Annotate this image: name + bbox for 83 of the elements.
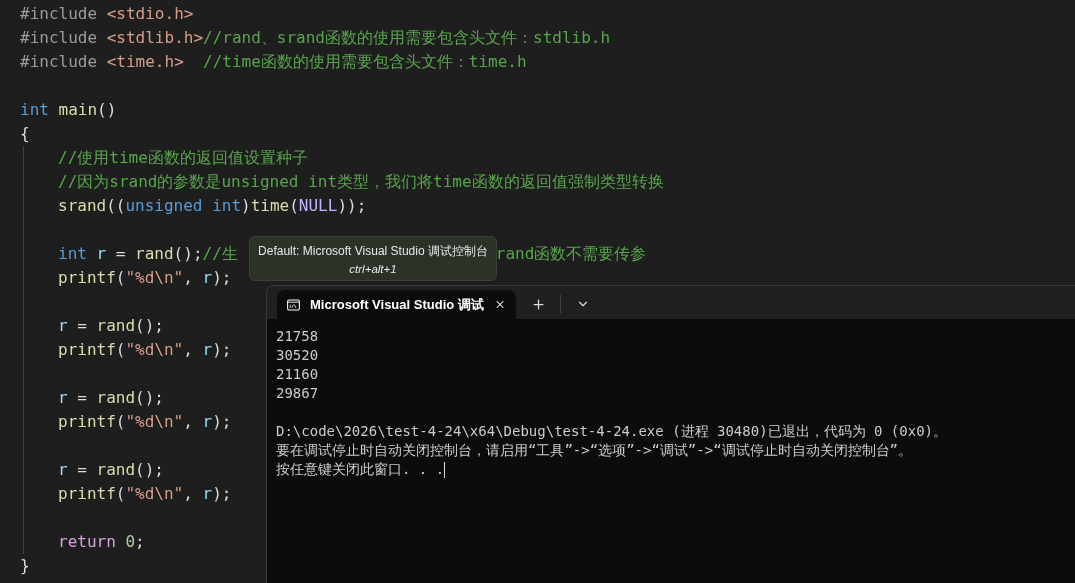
code-token: int — [58, 243, 87, 265]
code-punctuation: ) — [241, 195, 251, 217]
code-punctuation: (); — [135, 387, 164, 409]
code-punctuation: ); — [212, 339, 232, 361]
code-punctuation: )); — [337, 195, 367, 217]
code-token: r — [202, 411, 213, 433]
code-token: NULL — [298, 195, 338, 217]
code-punctuation: ( — [115, 267, 126, 289]
code-punctuation: , — [183, 411, 194, 433]
shortcut-text: ctrl+alt+1 — [349, 262, 397, 275]
code-token: "%d\n" — [125, 339, 184, 361]
text-cursor — [444, 461, 446, 478]
code-comment: //生 — [202, 243, 238, 265]
code-token: rand — [96, 459, 136, 481]
plus-icon — [530, 296, 546, 312]
code-punctuation: ); — [212, 411, 232, 433]
code-token: r — [202, 339, 213, 361]
code-punctuation: ( — [289, 195, 299, 217]
code-token: "%d\n" — [125, 411, 184, 433]
code-token: r — [95, 243, 107, 265]
code-token: "%d\n" — [125, 267, 184, 289]
code-comment: //time函数的使用需要包含头文件：time.h — [202, 51, 527, 73]
code-punctuation: , — [183, 483, 194, 505]
code-token: <stdlib.h> — [105, 27, 204, 49]
console-line: 21160 — [276, 365, 319, 384]
code-punctuation: { — [20, 123, 30, 145]
code-punctuation: ); — [212, 483, 232, 505]
code-token: printf — [58, 267, 116, 289]
code-punctuation: () — [97, 99, 117, 121]
console-icon — [287, 297, 300, 312]
code-token: r — [202, 483, 213, 505]
code-punctuation: ); — [212, 267, 232, 289]
code-punctuation: ; — [135, 531, 145, 553]
code-punctuation: ( — [115, 339, 126, 361]
code-punctuation: (); — [173, 243, 203, 265]
code-token: main — [57, 99, 98, 121]
code-token: r — [58, 387, 68, 409]
code-comment: //使用time函数的返回值设置种子 — [58, 147, 308, 169]
console-line: 30520 — [276, 346, 319, 365]
code-token: "%d\n" — [125, 483, 184, 505]
code-punctuation: = — [76, 387, 88, 409]
terminal-tab[interactable]: Microsoft Visual Studio 调试 — [277, 290, 516, 319]
code-token: printf — [58, 483, 116, 505]
console-line: D:\code\2026\test-4-24\x64\Debug\test-4-24.exe (进程 30480)已退出，代码为 0 (0x0)。 — [276, 422, 947, 441]
code-punctuation: } — [20, 555, 30, 577]
code-punctuation: (( — [106, 195, 126, 217]
code-token: r — [202, 267, 213, 289]
code-token: return — [58, 531, 116, 553]
code-punctuation: = — [114, 243, 127, 265]
code-punctuation: (); — [135, 459, 164, 481]
tooltip-title: Default: Microsoft Visual Studio 调试控制台 — [258, 242, 488, 260]
code-punctuation: (); — [135, 315, 164, 337]
console-line: 要在调试停止时自动关闭控制台，请启用“工具”->“选项”->“调试”->“调试停止时自动关闭控制台”。 — [276, 441, 912, 460]
code-comment: //因为srand的参数是unsigned int类型，我们将time函数的返回值强制类型转换 — [58, 171, 664, 193]
code-token: r — [58, 459, 68, 481]
code-punctuation: , — [183, 267, 194, 289]
code-token: 0 — [124, 531, 136, 553]
code-comment: rand函数不需要传参 — [495, 243, 647, 265]
code-token: unsigned int — [125, 195, 242, 217]
code-token: rand — [135, 243, 174, 265]
code-token: #include — [20, 51, 98, 73]
console-line: 按任意键关闭此窗口. . . — [276, 460, 445, 479]
code-token: srand — [58, 195, 107, 217]
code-token: printf — [58, 411, 116, 433]
console-line: 21758 — [276, 327, 319, 346]
code-token: <time.h> — [105, 51, 184, 73]
code-token: int — [20, 99, 49, 121]
code-token: rand — [96, 387, 136, 409]
code-token: rand — [96, 315, 136, 337]
code-punctuation: = — [76, 315, 88, 337]
code-punctuation: ( — [115, 483, 126, 505]
code-punctuation: , — [183, 339, 194, 361]
code-punctuation: = — [76, 459, 88, 481]
code-punctuation: ( — [115, 411, 126, 433]
code-token: #include — [20, 3, 98, 25]
code-comment: //rand、srand函数的使用需要包含头文件：stdlib.h — [203, 27, 611, 49]
tab-title: Microsoft Visual Studio 调试 — [310, 295, 484, 314]
code-token: time — [250, 195, 290, 217]
code-token: r — [58, 315, 68, 337]
code-token: #include — [20, 27, 98, 49]
console-line: 29867 — [276, 384, 319, 403]
code-token: <stdio.h> — [105, 3, 194, 25]
code-token: printf — [58, 339, 116, 361]
